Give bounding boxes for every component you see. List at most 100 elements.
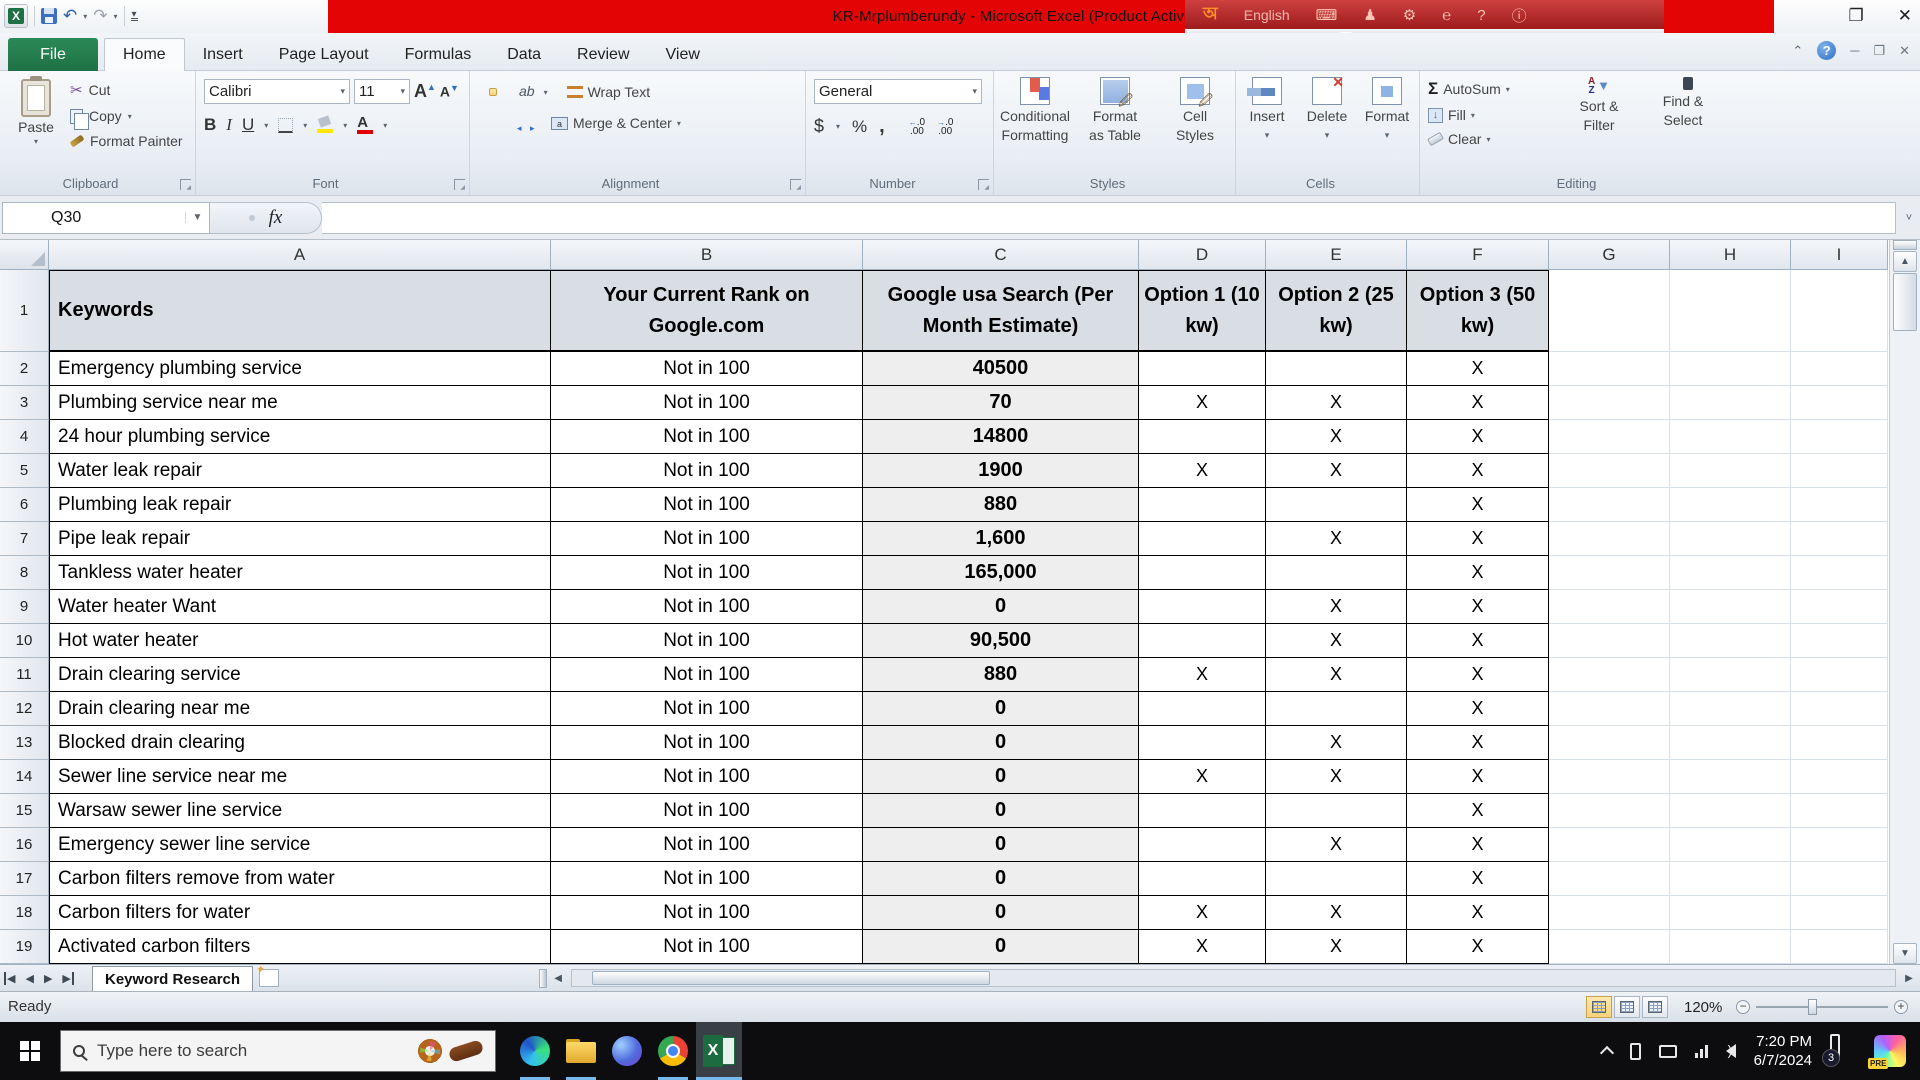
- zoom-out-icon[interactable]: −: [1736, 1000, 1750, 1014]
- notification-center-button[interactable]: 3: [1830, 1039, 1856, 1063]
- column-header-G[interactable]: G: [1549, 240, 1670, 270]
- vertical-scrollbar[interactable]: ▲ ▼: [1889, 240, 1920, 964]
- cell-keyword[interactable]: Pipe leak repair: [49, 522, 551, 556]
- cell-i[interactable]: [1791, 862, 1888, 896]
- copilot-taskbar-button[interactable]: [604, 1022, 650, 1080]
- cell-option1[interactable]: X: [1139, 658, 1266, 692]
- font-family-combobox[interactable]: Calibri ▾: [204, 79, 350, 104]
- row-header-16[interactable]: 16: [0, 828, 49, 862]
- comma-style-button[interactable]: ,: [879, 115, 885, 138]
- restore-workbook-icon[interactable]: ❐: [1873, 43, 1885, 59]
- cell-option2[interactable]: X: [1266, 624, 1407, 658]
- cell-i[interactable]: [1791, 590, 1888, 624]
- cell-option3[interactable]: X: [1407, 488, 1549, 522]
- cell-keyword[interactable]: Drain clearing near me: [49, 692, 551, 726]
- column-header-F[interactable]: F: [1407, 240, 1549, 270]
- cell-g[interactable]: [1549, 692, 1670, 726]
- cell-h[interactable]: [1670, 590, 1791, 624]
- font-color-icon[interactable]: A: [357, 116, 373, 134]
- cell-option3[interactable]: X: [1407, 930, 1549, 964]
- cell-option3[interactable]: X: [1407, 454, 1549, 488]
- fill-color-icon[interactable]: [317, 117, 333, 133]
- underline-dropdown-icon[interactable]: ▾: [264, 121, 268, 130]
- cell-option1[interactable]: [1139, 522, 1266, 556]
- bottom-align-button[interactable]: [502, 88, 510, 96]
- customize-qat-icon[interactable]: ▾: [131, 12, 138, 21]
- cell-i[interactable]: [1791, 930, 1888, 964]
- save-icon[interactable]: [41, 8, 57, 24]
- cell-option3[interactable]: X: [1407, 386, 1549, 420]
- cell-option1[interactable]: [1139, 488, 1266, 522]
- row-header-18[interactable]: 18: [0, 896, 49, 930]
- cell-volume[interactable]: 14800: [863, 420, 1139, 454]
- formula-input[interactable]: [322, 202, 1896, 234]
- cell-option2[interactable]: X: [1266, 828, 1407, 862]
- cell-h[interactable]: [1670, 624, 1791, 658]
- cell-keyword[interactable]: Drain clearing service: [49, 658, 551, 692]
- expand-formula-bar-icon[interactable]: ˅: [1898, 202, 1920, 234]
- shrink-font-button[interactable]: A▼: [440, 83, 459, 100]
- cell-option2[interactable]: X: [1266, 386, 1407, 420]
- copy-button[interactable]: Copy ▾: [70, 108, 183, 124]
- insert-function-icon[interactable]: fx: [269, 207, 283, 229]
- redo-icon[interactable]: ↷: [93, 8, 107, 24]
- cell-option3[interactable]: X: [1407, 862, 1549, 896]
- cell-rank[interactable]: Not in 100: [551, 794, 863, 828]
- cell-h[interactable]: [1670, 658, 1791, 692]
- cell-g[interactable]: [1549, 488, 1670, 522]
- cell-keyword[interactable]: 24 hour plumbing service: [49, 420, 551, 454]
- column-header-E[interactable]: E: [1266, 240, 1407, 270]
- cell-option1[interactable]: [1139, 862, 1266, 896]
- next-sheet-icon[interactable]: ▶: [44, 972, 52, 985]
- cell-g[interactable]: [1549, 522, 1670, 556]
- cell-rank[interactable]: Not in 100: [551, 930, 863, 964]
- cell-i[interactable]: [1791, 726, 1888, 760]
- cell-option3[interactable]: X: [1407, 794, 1549, 828]
- cell-keyword[interactable]: Water leak repair: [49, 454, 551, 488]
- autosum-dropdown-icon[interactable]: ▾: [1506, 85, 1510, 94]
- cell-rank[interactable]: Not in 100: [551, 658, 863, 692]
- cell-volume[interactable]: 880: [863, 658, 1139, 692]
- cell-option1[interactable]: [1139, 726, 1266, 760]
- cell-h[interactable]: [1670, 896, 1791, 930]
- file-explorer-taskbar-button[interactable]: [558, 1022, 604, 1080]
- autosum-button[interactable]: Σ AutoSum ▾: [1428, 79, 1510, 99]
- phone-link-icon[interactable]: [1630, 1043, 1641, 1060]
- cell-h[interactable]: [1670, 522, 1791, 556]
- cell-volume[interactable]: 0: [863, 862, 1139, 896]
- chevron-down-icon[interactable]: ▾: [1265, 127, 1270, 143]
- chevron-down-icon[interactable]: ▾: [1385, 127, 1390, 143]
- horizontal-scroll-thumb[interactable]: [592, 971, 990, 985]
- grow-font-button[interactable]: A▲: [414, 81, 436, 102]
- cell-h[interactable]: [1670, 352, 1791, 386]
- alignment-dialog-launcher-icon[interactable]: [790, 179, 801, 190]
- fill-dropdown-icon[interactable]: ▾: [1471, 111, 1475, 120]
- row-header-4[interactable]: 4: [0, 420, 49, 454]
- chrome-taskbar-button[interactable]: [650, 1022, 696, 1080]
- borders-icon[interactable]: [278, 118, 293, 133]
- cell-rank[interactable]: Not in 100: [551, 386, 863, 420]
- cell-rank[interactable]: Not in 100: [551, 522, 863, 556]
- cell-i[interactable]: [1791, 352, 1888, 386]
- hscroll-split-handle[interactable]: [539, 969, 547, 988]
- prev-sheet-icon[interactable]: ◀: [25, 972, 33, 985]
- cell-volume[interactable]: 0: [863, 896, 1139, 930]
- vertical-scroll-thumb[interactable]: [1893, 273, 1917, 331]
- cell-rank[interactable]: Not in 100: [551, 488, 863, 522]
- restore-window-icon[interactable]: ❐: [1849, 4, 1864, 28]
- volume-icon[interactable]: [1726, 1044, 1736, 1058]
- sheet-tab-keyword-research[interactable]: Keyword Research: [92, 966, 253, 991]
- conditional-formatting-button[interactable]: Conditional Formatting: [996, 77, 1074, 143]
- cell-option2[interactable]: [1266, 352, 1407, 386]
- font-dialog-launcher-icon[interactable]: [454, 179, 465, 190]
- align-left-button[interactable]: [476, 119, 484, 127]
- page-break-view-button[interactable]: [1642, 996, 1668, 1018]
- cell-option1[interactable]: [1139, 352, 1266, 386]
- scrollbar-split-handle[interactable]: [1893, 240, 1917, 250]
- cell-g[interactable]: [1549, 828, 1670, 862]
- orientation-button[interactable]: ab: [515, 79, 539, 105]
- cell-volume[interactable]: 1,600: [863, 522, 1139, 556]
- last-sheet-icon[interactable]: ▶: [62, 972, 73, 985]
- header-current-rank[interactable]: Your Current Rank on Google.com: [551, 270, 863, 352]
- cell-h[interactable]: [1670, 726, 1791, 760]
